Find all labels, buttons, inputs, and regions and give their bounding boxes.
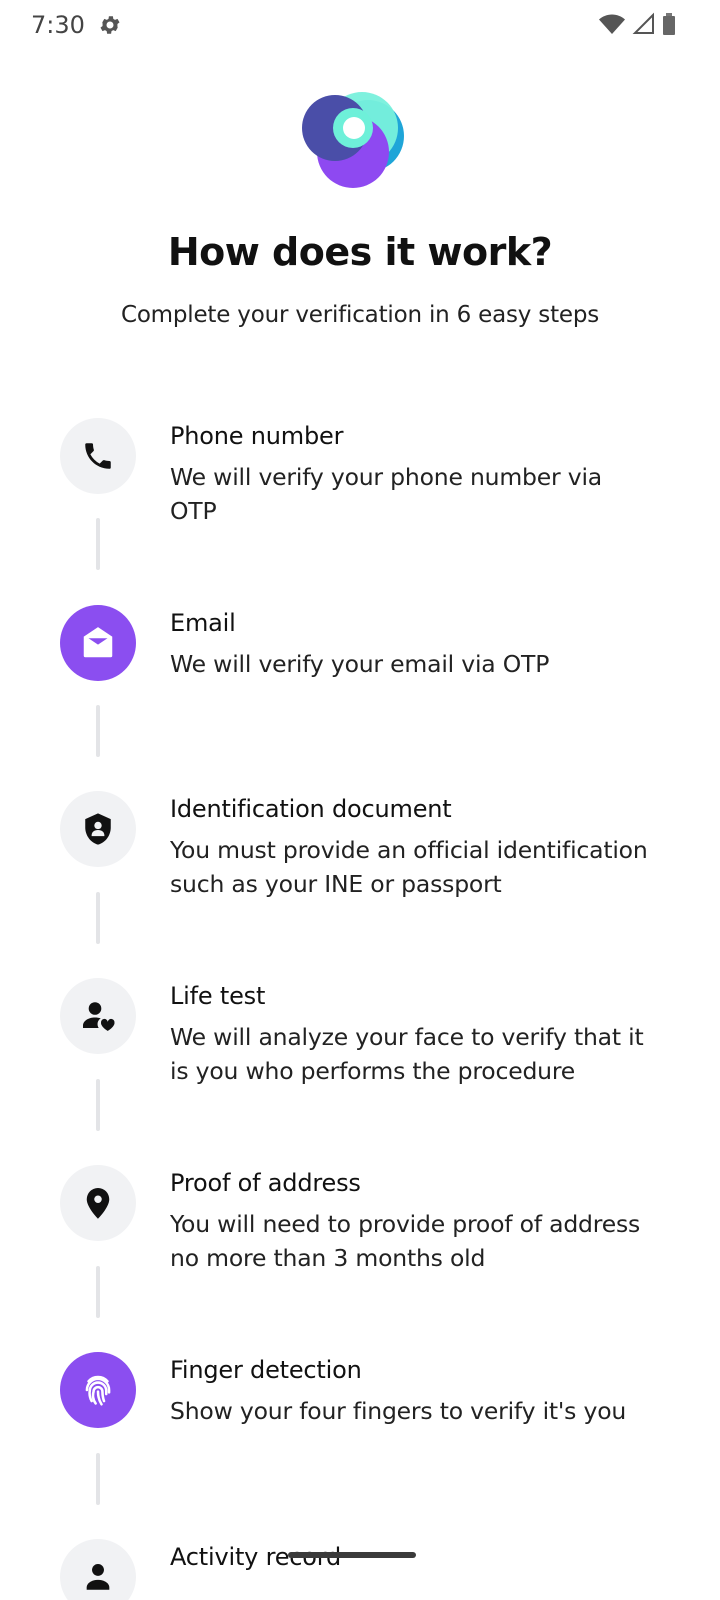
step-description: Show your four fingers to verify it's yo… [170,1397,627,1425]
step-icon-container [60,605,136,681]
step-connector [96,705,100,757]
step-connector [96,892,100,944]
id-shield-icon [85,813,111,845]
step-title: Proof of address [170,1169,361,1197]
step-title: Identification document [170,795,452,823]
gear-icon [100,16,120,34]
step-connector [96,1453,100,1505]
fingerprint-icon [85,1375,111,1406]
step-icon-container [60,1352,136,1428]
page-subtitle: Complete your verification in 6 easy ste… [120,302,600,328]
signal-icon [632,12,654,34]
step-title: Email [170,609,236,637]
step-title: Finger detection [170,1356,362,1384]
step-title: Life test [170,982,266,1010]
step-description: You must provide an official identificat… [170,836,648,898]
status-time: 7:30 [31,11,85,39]
status-bar: 7:30 [0,0,720,50]
status-icons [598,12,676,36]
app-logo [302,92,404,188]
step-description: We will verify your email via OTP [170,650,550,678]
step-icon-container [60,791,136,867]
person-icon [86,1563,110,1590]
step-connector [96,1079,100,1131]
person-heart-icon [83,1002,115,1031]
step-connector [96,1266,100,1318]
phone-icon [85,443,111,469]
step-description: We will verify your phone number via OTP [170,463,603,525]
step-description: We will analyze your face to verify that… [170,1023,644,1085]
battery-icon [663,13,675,35]
step-title: Phone number [170,422,344,450]
step-icon-container [60,1539,136,1600]
step-icon-container [60,978,136,1054]
step-description: You will need to provide proof of addres… [170,1210,641,1272]
wifi-icon [599,14,625,34]
location-pin-icon [86,1188,110,1219]
step-icon-container [60,1165,136,1241]
step-connector [96,518,100,570]
page-title: How does it work? [167,230,553,274]
home-indicator[interactable] [288,1552,416,1558]
step-icon-container [60,418,136,494]
email-icon [83,627,113,658]
